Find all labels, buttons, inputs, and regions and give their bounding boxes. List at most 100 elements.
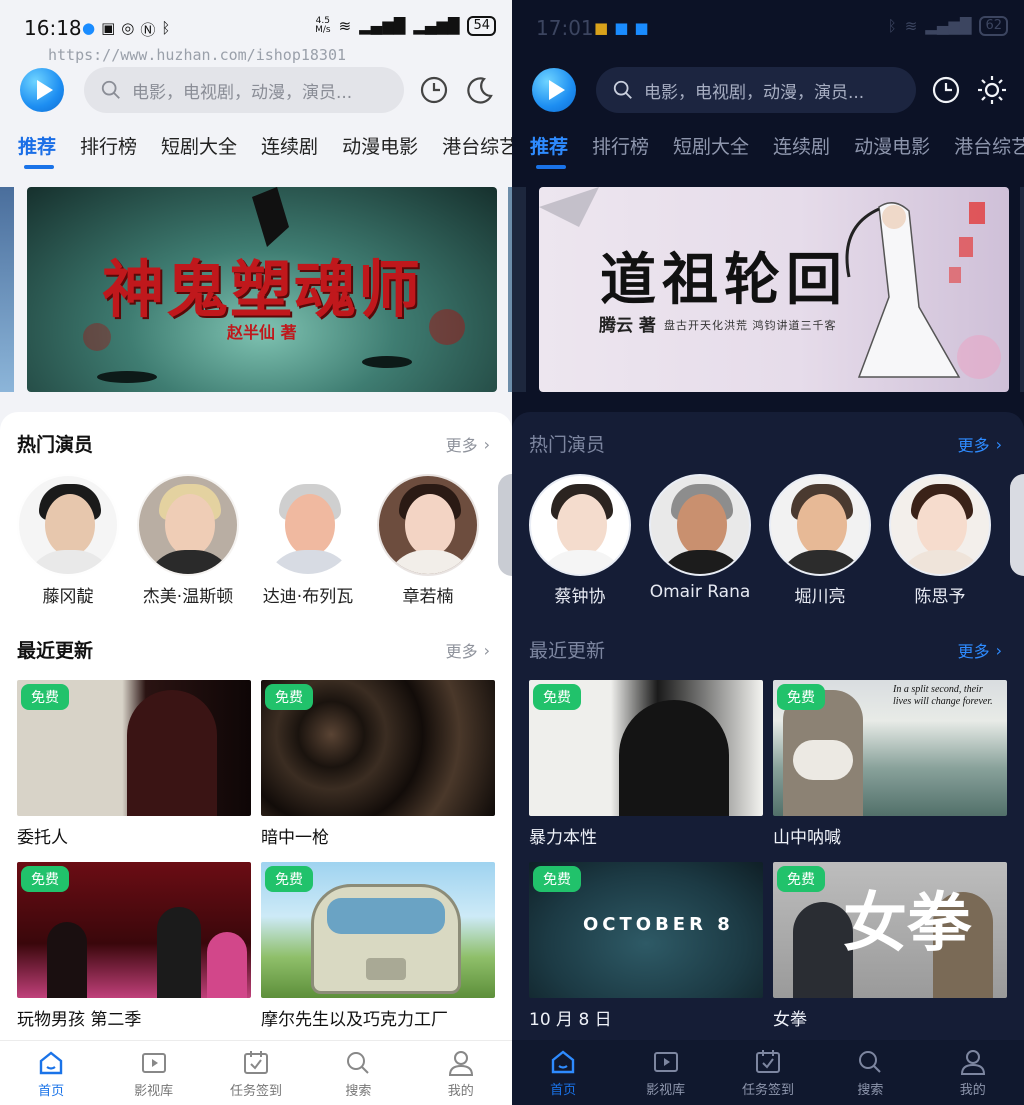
actor-item[interactable]: 章若楠 <box>377 474 479 607</box>
nav-tasks[interactable]: 任务签到 <box>211 1048 301 1099</box>
avatar <box>649 474 751 576</box>
media-card[interactable]: 免费 暗中一枪 <box>261 680 495 862</box>
status-time: 17:01 <box>536 16 594 40</box>
banner-prev-peek[interactable] <box>512 187 526 392</box>
free-badge: 免费 <box>533 866 581 892</box>
media-card[interactable]: OCTOBER 8 免费 10 月 8 日 <box>529 862 763 1044</box>
tab-recommend[interactable]: 推荐 <box>18 132 56 169</box>
section-title-updates: 最近更新 <box>17 640 94 662</box>
actor-item[interactable]: 达迪·布列瓦 <box>257 474 359 607</box>
more-updates-button[interactable]: 更多 › <box>958 638 1002 662</box>
nav-search[interactable]: 搜索 <box>313 1048 403 1099</box>
media-title: 摩尔先生以及巧克力工厂 <box>261 1010 448 1030</box>
app-icon: ■ <box>594 19 609 37</box>
nav-home[interactable]: 首页 <box>518 1047 608 1098</box>
nav-home[interactable]: 首页 <box>6 1048 96 1099</box>
banner-prev-peek[interactable] <box>0 187 14 392</box>
history-icon[interactable] <box>930 74 962 106</box>
media-title: 委托人 <box>17 828 68 848</box>
moon-icon[interactable] <box>464 74 496 106</box>
signal-icon: ▂▄▆█ <box>359 17 406 35</box>
tab-short-drama[interactable]: 短剧大全 <box>673 132 749 169</box>
media-card[interactable]: 女拳 免费 女拳 <box>773 862 1007 1044</box>
nav-tasks[interactable]: 任务签到 <box>723 1047 813 1098</box>
status-bar: 17:01 ■ ■ ■ ᛒ ≋ ▂▄▆█ 62 <box>512 0 1024 56</box>
nav-profile[interactable]: 我的 <box>416 1048 506 1099</box>
chat-icon: ■ <box>614 19 629 37</box>
search-icon <box>347 1051 370 1074</box>
more-updates-button[interactable]: 更多 › <box>446 638 490 662</box>
media-card[interactable]: 免费 暴力本性 <box>529 680 763 862</box>
media-card[interactable]: 免费 委托人 <box>17 680 251 862</box>
search-bar[interactable]: 电影，电视剧，动漫，演员... <box>84 67 404 113</box>
nfc-icon: Ⓝ <box>140 21 156 39</box>
tab-ranking[interactable]: 排行榜 <box>80 132 137 169</box>
banner-carousel[interactable]: 道祖轮回 腾云 著 盘古开天化洪荒 鸿钧讲道三千客 <box>539 187 1009 392</box>
tab-recommend[interactable]: 推荐 <box>530 132 568 169</box>
nav-profile[interactable]: 我的 <box>928 1047 1018 1098</box>
history-icon[interactable] <box>418 74 450 106</box>
bluetooth-icon: ᛒ <box>161 19 171 37</box>
light-theme-screen: 16:18 ● ▣ ◎ Ⓝ ᛒ 4.5 M/s ≋ ▂▄▆█ ▂▄▆█ 54 ht… <box>0 0 512 1105</box>
search-placeholder: 电影，电视剧，动漫，演员... <box>132 82 353 103</box>
tab-anime[interactable]: 动漫电影 <box>854 132 930 169</box>
tab-ranking[interactable]: 排行榜 <box>592 132 649 169</box>
chevron-right-icon: › <box>995 434 1002 454</box>
watermark: https://www.huzhan.com/ishop18301 <box>48 46 347 64</box>
app-logo-icon[interactable] <box>20 68 64 112</box>
video-library-icon <box>141 1052 166 1073</box>
update-grid: 免费 暴力本性 In a split second, their lives w… <box>529 680 1007 1044</box>
actor-item[interactable]: 陈思予 <box>889 474 991 607</box>
content-card: 热门演员 更多 › 藤冈靛 杰美·温斯顿 达迪·布列瓦 章若楠 最近更新 更多 … <box>0 412 512 1042</box>
sun-icon[interactable] <box>976 74 1008 106</box>
status-time: 16:18 <box>24 16 82 40</box>
wifi-icon: ≋ <box>338 17 352 35</box>
actor-item[interactable]: 蔡钟协 <box>529 474 631 607</box>
section-title-actors: 热门演员 <box>17 434 94 456</box>
tab-series[interactable]: 连续剧 <box>773 132 830 169</box>
media-card[interactable]: 免费 玩物男孩 第二季 <box>17 862 251 1044</box>
more-actors-button[interactable]: 更多 › <box>446 432 490 456</box>
user-icon <box>960 1050 985 1075</box>
tab-variety[interactable]: 港台综艺 <box>954 132 1024 169</box>
nav-library[interactable]: 影视库 <box>109 1048 199 1099</box>
tab-short-drama[interactable]: 短剧大全 <box>161 132 237 169</box>
actor-name: Omair Rana <box>649 582 751 602</box>
bottom-nav: 首页 影视库 任务签到 搜索 我的 <box>512 1040 1024 1105</box>
avatar <box>377 474 479 576</box>
banner-carousel[interactable]: 神鬼塑魂师 赵半仙 著 <box>27 187 497 392</box>
actor-item[interactable]: 杰美·温斯顿 <box>137 474 239 607</box>
actor-item[interactable]: 堀川亮 <box>769 474 871 607</box>
search-bar[interactable]: 电影，电视剧，动漫，演员... <box>596 67 916 113</box>
actor-name: 蔡钟协 <box>554 587 606 607</box>
actor-item[interactable]: Omair Rana <box>649 474 751 607</box>
avatar <box>17 474 119 576</box>
media-title: 暗中一枪 <box>261 828 329 848</box>
media-title: 女拳 <box>773 1010 807 1030</box>
search-icon <box>101 80 120 99</box>
actor-list: 藤冈靛 杰美·温斯顿 达迪·布列瓦 章若楠 <box>17 474 479 607</box>
free-badge: 免费 <box>533 684 581 710</box>
nav-library[interactable]: 影视库 <box>621 1047 711 1098</box>
nav-search[interactable]: 搜索 <box>825 1047 915 1098</box>
chat-icon: ● <box>82 19 96 37</box>
poster-tagline: 女拳 <box>843 886 971 961</box>
banner-next-peek[interactable] <box>1020 187 1024 392</box>
notification-icons: ■ ■ ■ <box>594 19 649 37</box>
bottom-nav: 首页 影视库 任务签到 搜索 我的 <box>0 1040 512 1105</box>
tab-variety[interactable]: 港台综艺 <box>442 132 512 169</box>
tab-anime[interactable]: 动漫电影 <box>342 132 418 169</box>
app-icon: ▣ <box>101 19 116 37</box>
actor-name: 陈思予 <box>914 587 966 607</box>
poster: 免费 <box>17 680 251 816</box>
more-actors-button[interactable]: 更多 › <box>958 432 1002 456</box>
poster: 女拳 免费 <box>773 862 1007 998</box>
category-tabs: 推荐 排行榜 短剧大全 连续剧 动漫电影 港台综艺 <box>18 132 512 169</box>
media-card[interactable]: 免费 摩尔先生以及巧克力工厂 <box>261 862 495 1044</box>
media-card[interactable]: In a split second, their lives will chan… <box>773 680 1007 862</box>
app-logo-icon[interactable] <box>532 68 576 112</box>
tab-series[interactable]: 连续剧 <box>261 132 318 169</box>
actor-item[interactable]: 藤冈靛 <box>17 474 119 607</box>
chevron-right-icon: › <box>995 640 1002 660</box>
avatar <box>889 474 991 576</box>
